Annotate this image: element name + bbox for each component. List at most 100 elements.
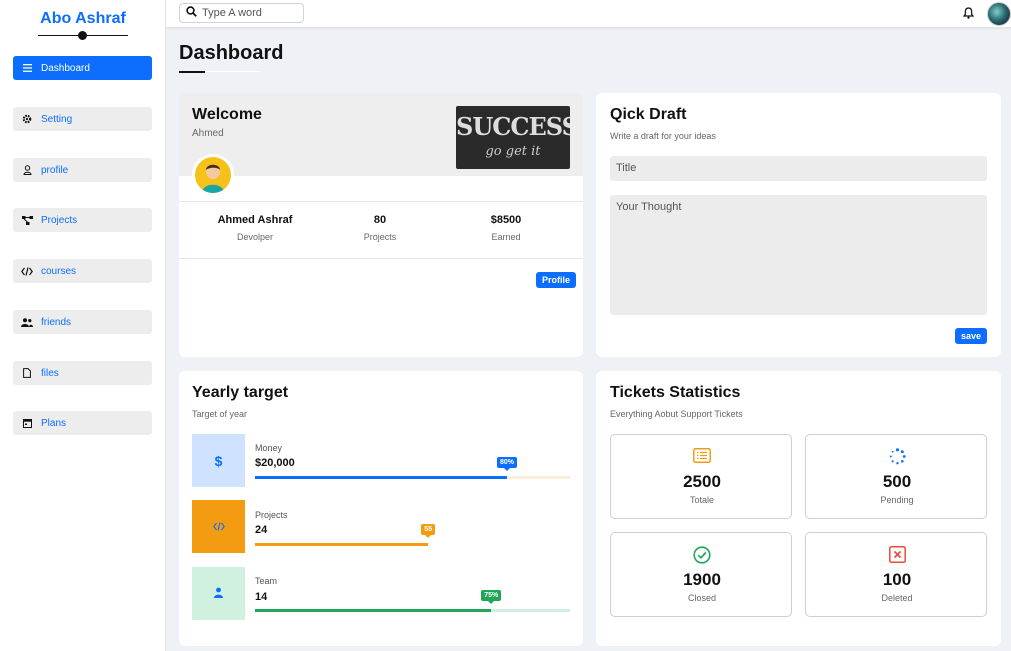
sidebar-item-label: Plans	[41, 417, 67, 429]
file-icon	[13, 368, 41, 378]
sidebar-item-friends[interactable]: friends	[13, 310, 152, 334]
sidebar-item-dashboard[interactable]: Dashboard	[13, 56, 152, 80]
code-icon	[212, 518, 225, 536]
target-label: Projects	[255, 510, 288, 520]
avatar	[192, 154, 234, 196]
stat-label: Devolper	[236, 232, 274, 242]
quick-draft-card: Qick Draft Write a draft for your ideas …	[596, 93, 1001, 357]
ticket-value: 500	[882, 472, 912, 491]
target-progress-track	[255, 543, 570, 546]
ticket-label: Closed	[687, 593, 716, 603]
dollar-icon: $	[214, 452, 223, 469]
stat-value: Ahmed Ashraf	[217, 214, 293, 226]
search-icon	[186, 4, 197, 22]
bell-icon[interactable]	[962, 6, 975, 24]
ticket-total: 2500 Totale	[610, 434, 792, 519]
sidebar-item-label: Setting	[41, 113, 73, 125]
success-image: SUCCESS go get it	[456, 106, 570, 169]
check-circle-icon	[611, 546, 793, 564]
tickets-subtitle: Everything Aobut Support Tickets	[610, 409, 743, 419]
target-money-icon-box: $	[192, 434, 245, 487]
sidebar-item-courses[interactable]: courses	[13, 259, 152, 283]
target-progress-badge: 75%	[481, 590, 502, 604]
user-icon	[213, 585, 224, 603]
target-label: Team	[255, 576, 278, 586]
target-value: $20,000	[255, 457, 295, 469]
search-input[interactable]	[202, 7, 297, 19]
success-image-text: SUCCESS	[456, 112, 570, 141]
brand-title: Abo Ashraf	[40, 10, 126, 27]
sidebar-item-profile[interactable]: profile	[13, 158, 152, 182]
bars-icon	[13, 64, 41, 72]
title-underline-light	[205, 71, 260, 72]
ticket-label: Totale	[689, 495, 715, 505]
stat-value: 80	[373, 214, 387, 226]
sidebar-item-label: courses	[41, 265, 77, 277]
page-title: Dashboard	[179, 42, 284, 64]
sidebar-item-label: Projects	[41, 214, 78, 226]
diagram-icon	[13, 215, 41, 225]
target-progress-badge: 55	[421, 524, 436, 538]
target-team-icon-box	[192, 567, 245, 620]
divider	[179, 258, 583, 259]
ticket-value: 2500	[683, 472, 721, 491]
list-icon	[611, 448, 793, 463]
user-avatar[interactable]	[987, 2, 1011, 26]
stat-earned: $8500 Earned	[446, 214, 566, 242]
welcome-title: Welcome	[192, 106, 262, 123]
welcome-name: Ahmed	[192, 128, 224, 139]
target-label: Money	[255, 443, 283, 453]
draft-subtitle: Write a draft for your ideas	[610, 131, 716, 141]
tickets-statistics-card: Tickets Statistics Everything Aobut Supp…	[596, 371, 1001, 646]
ticket-label: Deleted	[881, 593, 913, 603]
target-value: 14	[255, 591, 268, 603]
sidebar-item-plans[interactable]: Plans	[13, 411, 152, 435]
tickets-title: Tickets Statistics	[610, 384, 741, 401]
sidebar-item-files[interactable]: files	[13, 361, 152, 385]
calendar-icon	[13, 418, 41, 428]
welcome-card: Welcome Ahmed SUCCESS go get it Ahmed As…	[179, 93, 583, 357]
ticket-closed: 1900 Closed	[610, 532, 792, 617]
success-image-caption: go get it	[485, 144, 541, 159]
title-underline	[179, 71, 205, 73]
ticket-value: 100	[882, 570, 912, 589]
search-box[interactable]	[179, 3, 304, 23]
brand-dot	[78, 31, 87, 40]
target-projects-icon-box	[192, 500, 245, 553]
target-progress-fill	[255, 609, 492, 612]
sidebar-item-setting[interactable]: Setting	[13, 107, 152, 131]
sidebar: Abo Ashraf Dashboard Setting profile Pro…	[0, 0, 166, 651]
sidebar-item-projects[interactable]: Projects	[13, 208, 152, 232]
sidebar-item-label: files	[41, 367, 59, 379]
sidebar-item-label: profile	[41, 164, 69, 176]
ticket-pending: 500 Pending	[805, 434, 987, 519]
user-icon	[13, 165, 41, 175]
x-square-icon	[806, 546, 988, 563]
stat-value: $8500	[490, 214, 522, 226]
target-value: 24	[255, 524, 268, 536]
yearly-target-card: Yearly target Target of year $ Money $20…	[179, 371, 583, 646]
ticket-label: Pending	[880, 495, 914, 505]
save-button[interactable]: save	[955, 328, 987, 344]
target-progress-track	[255, 609, 570, 612]
profile-button[interactable]: Profile	[536, 272, 576, 288]
draft-body-textarea[interactable]: Your Thought	[610, 195, 987, 315]
target-progress-fill	[255, 543, 429, 546]
stat-name: Ahmed Ashraf Devolper	[195, 214, 315, 242]
users-icon	[13, 317, 41, 327]
divider	[179, 201, 583, 202]
spinner-icon	[806, 448, 988, 465]
ticket-value: 1900	[683, 570, 721, 589]
ticket-deleted: 100 Deleted	[805, 532, 987, 617]
stat-projects: 80 Projects	[320, 214, 440, 242]
gear-icon	[13, 114, 41, 124]
yearly-subtitle: Target of year	[192, 409, 248, 419]
top-header	[166, 0, 1011, 28]
code-icon	[13, 266, 41, 276]
target-progress-fill	[255, 476, 507, 479]
draft-title-input[interactable]: Title	[610, 156, 987, 181]
target-progress-badge: 80%	[497, 457, 518, 471]
stat-label: Earned	[491, 232, 521, 242]
draft-title: Qick Draft	[610, 106, 687, 123]
yearly-title: Yearly target	[192, 384, 289, 401]
